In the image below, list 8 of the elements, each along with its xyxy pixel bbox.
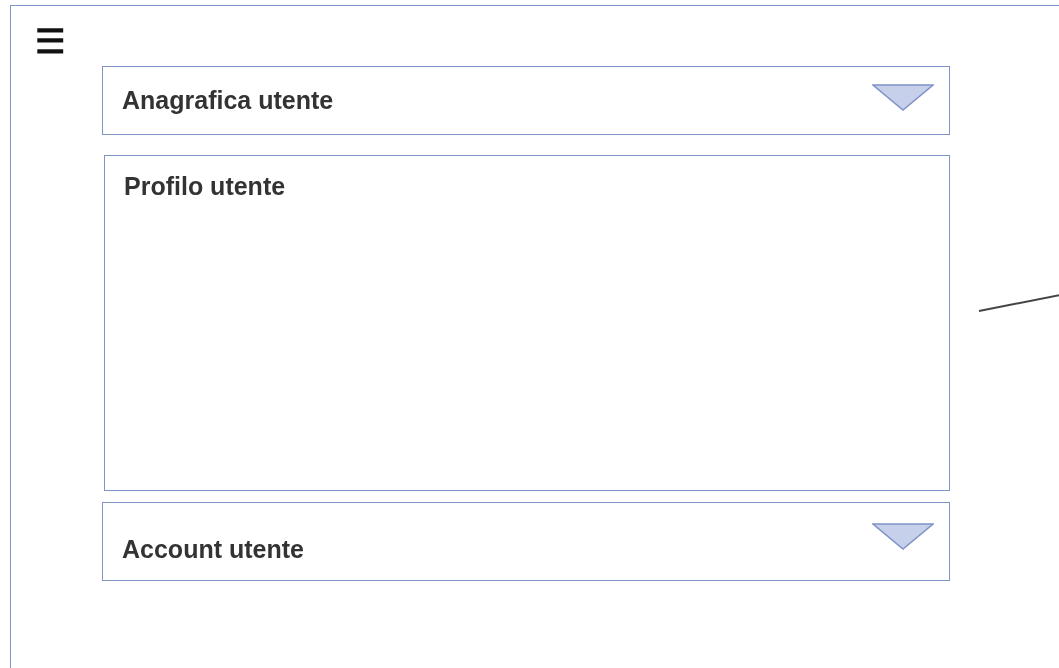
dropdown-label: Account utente [122,535,304,564]
triangle-down-icon[interactable] [872,84,934,111]
dropdown-label: Anagrafica utente [122,86,334,115]
panel-title: Profilo utente [124,172,286,200]
menu-button[interactable]: ☰ [35,24,65,58]
dropdown-field[interactable]: Account utente [102,502,950,581]
triangle-down-icon[interactable] [872,523,934,550]
dropdown-field[interactable]: Anagrafica utente [102,66,950,135]
